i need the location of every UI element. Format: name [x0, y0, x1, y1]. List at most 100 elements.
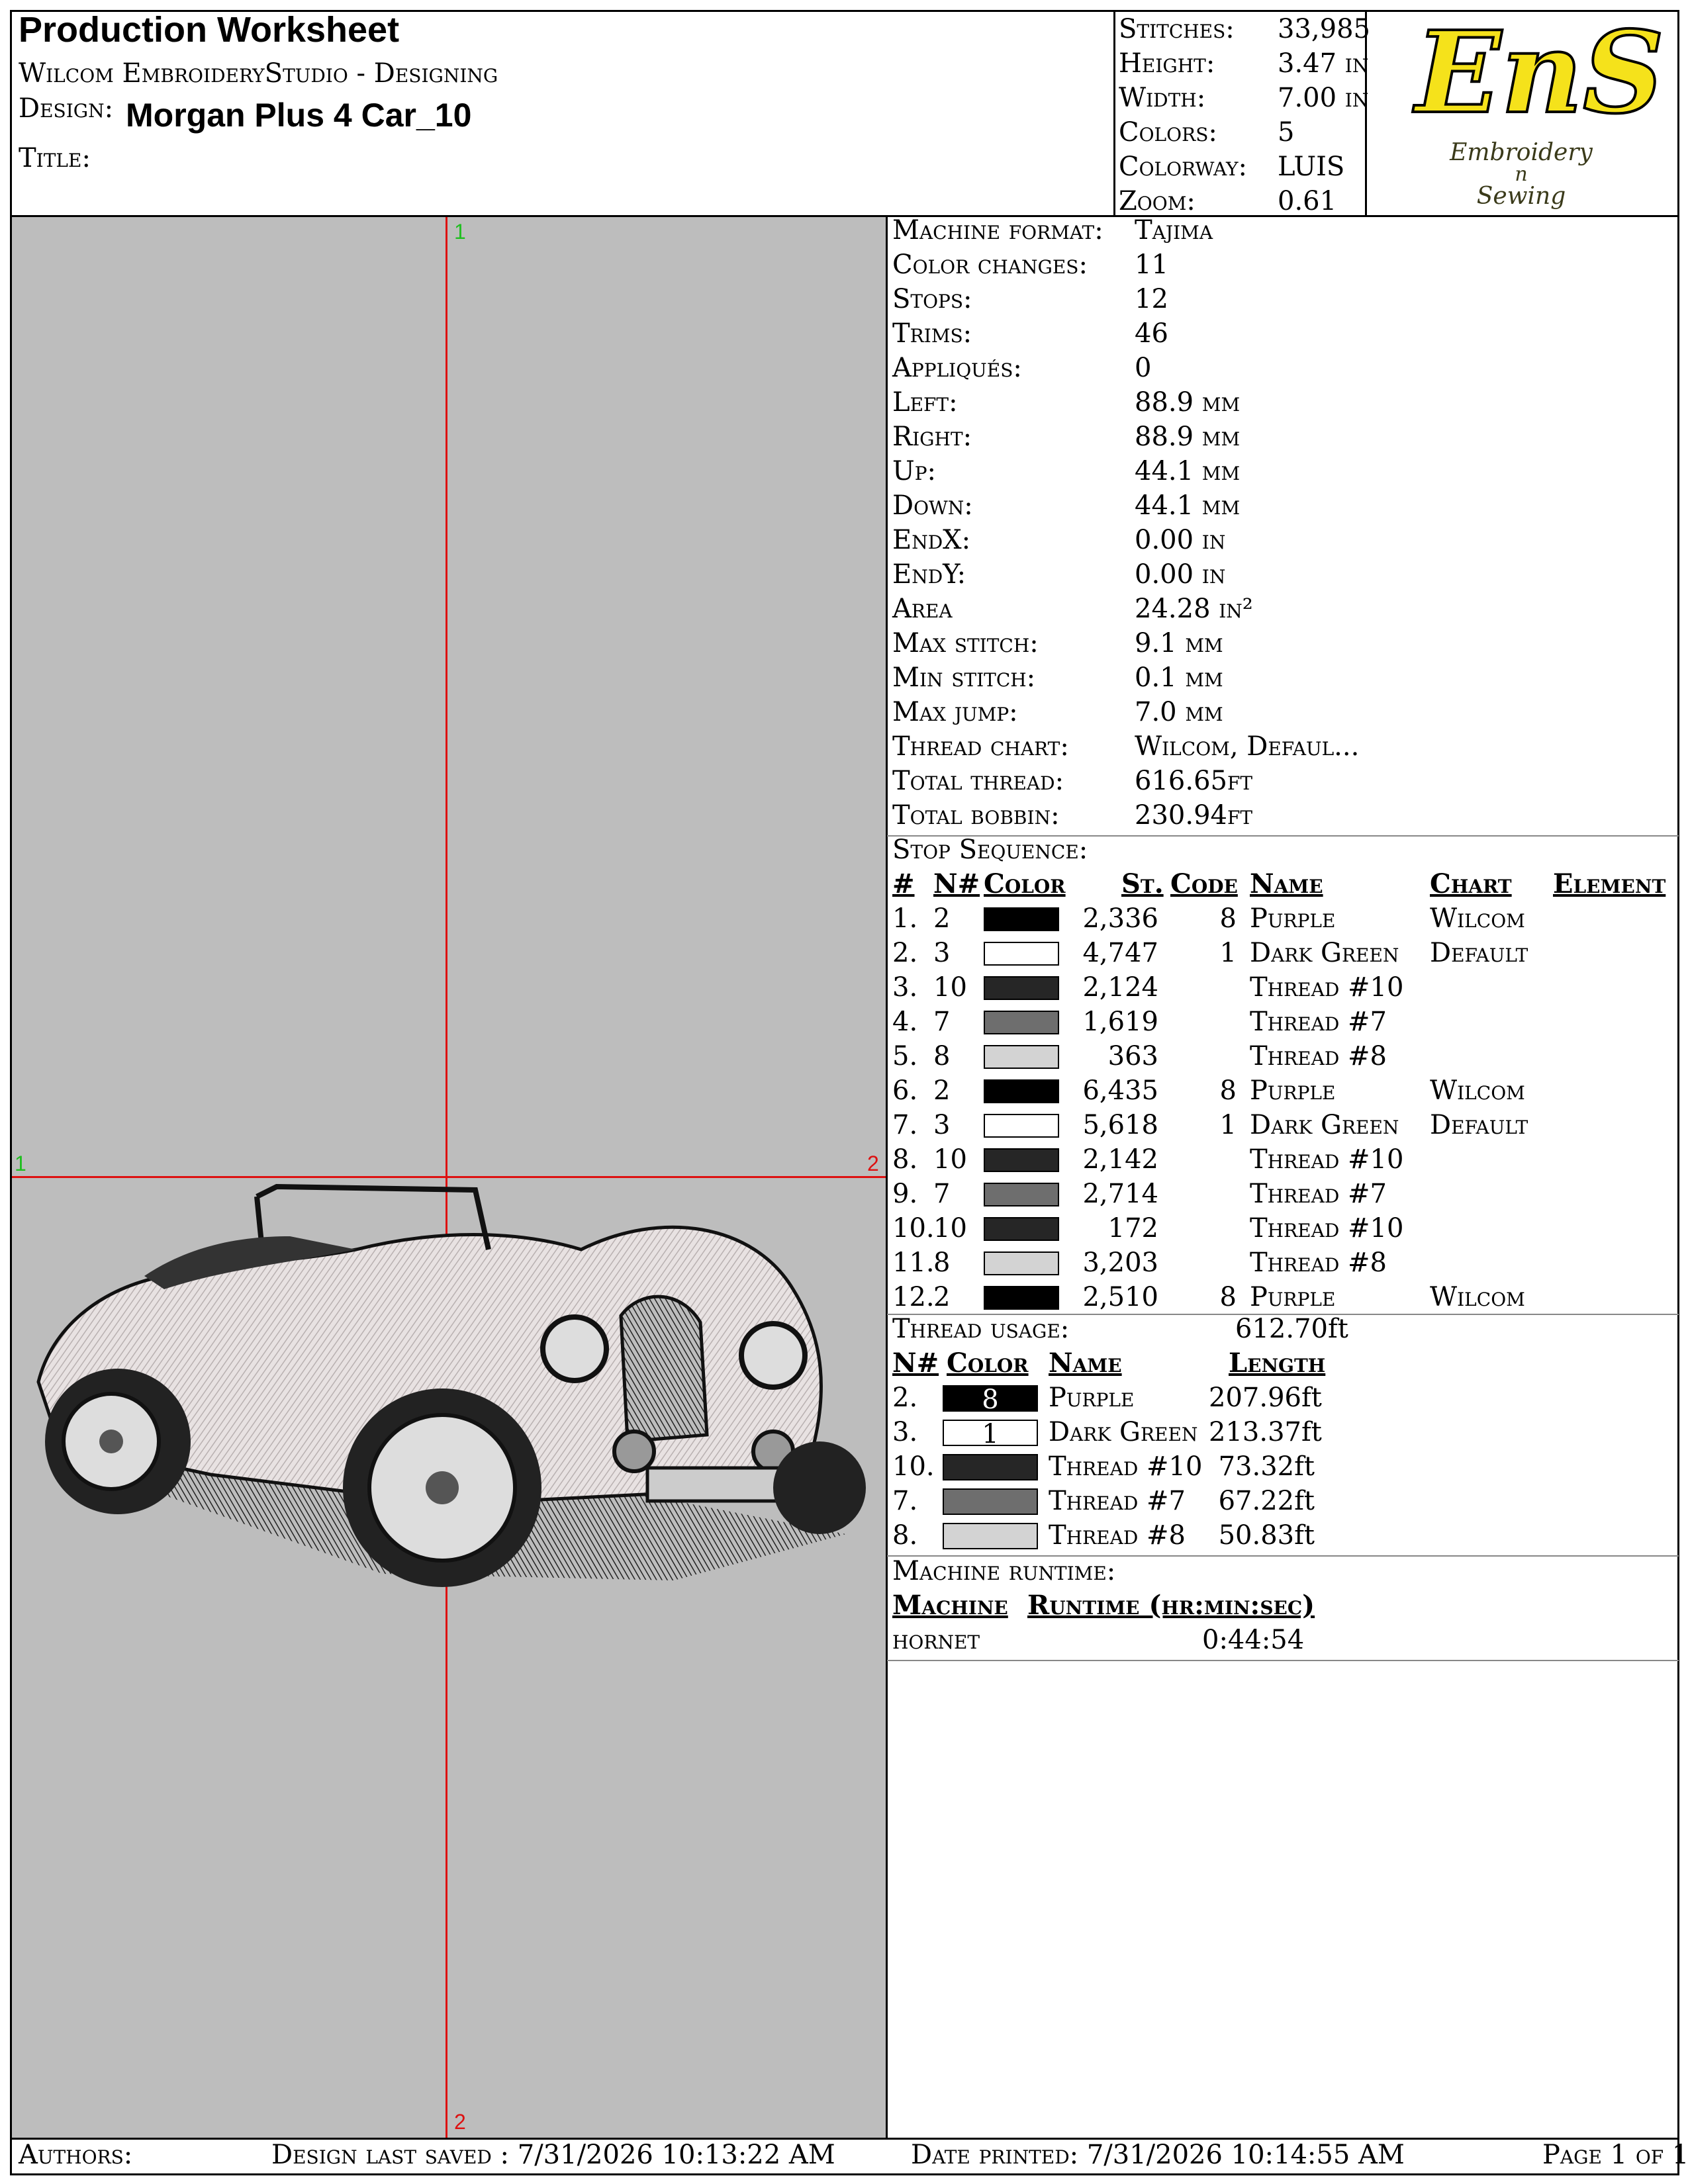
- detail-value: 0.00 in: [1135, 559, 1226, 590]
- stop-row-needle: 2: [933, 1075, 951, 1106]
- thread-row-needle: 10.: [892, 1451, 935, 1482]
- car-grille: [619, 1295, 709, 1443]
- stop-row: 2. 3 4,747 1 Dark Green Default: [892, 936, 1680, 970]
- detail-value: 24.28 in²: [1135, 594, 1253, 624]
- detail-label: Area: [892, 594, 953, 624]
- stop-row-name: Thread #7: [1250, 1007, 1387, 1037]
- stop-row-code: 1: [1219, 1110, 1237, 1140]
- runtime-header-runtime: Runtime (hr:min:sec): [1027, 1590, 1315, 1621]
- stop-row-needle: 2: [933, 1282, 951, 1312]
- thread-row-code: 1: [982, 1419, 999, 1449]
- thread-row: 8. Thread #8 50.83ft: [892, 1518, 1356, 1553]
- stop-row-needle: 10: [933, 972, 967, 1003]
- stop-header-name: Name: [1250, 868, 1323, 899]
- stop-row-stitches: 5,618: [1082, 1110, 1158, 1140]
- stop-row-stitches: 172: [1107, 1213, 1158, 1244]
- software-name: Wilcom EmbroideryStudio - Designing: [19, 58, 498, 89]
- thread-header-name: Name: [1049, 1347, 1122, 1379]
- stop-row-num: 11.: [892, 1248, 935, 1278]
- thread-row-length: 213.37ft: [1209, 1417, 1322, 1447]
- thread-row-needle: 7.: [892, 1486, 918, 1516]
- detail-label: Trims:: [892, 318, 972, 349]
- stop-row: 12. 2 2,510 8 Purple Wilcom: [892, 1280, 1680, 1314]
- detail-label: Color changes:: [892, 250, 1088, 280]
- stop-row-needle: 10: [933, 1144, 967, 1175]
- stop-header-num: #: [892, 868, 915, 899]
- stop-row-needle: 8: [933, 1041, 951, 1071]
- detail-label: Thread chart:: [892, 731, 1069, 762]
- stop-row-code: 8: [1219, 903, 1237, 934]
- stop-row-stitches: 2,510: [1082, 1282, 1158, 1312]
- stop-row-needle: 3: [933, 938, 951, 968]
- thread-row-length: 73.32ft: [1218, 1451, 1315, 1482]
- thread-row-length: 67.22ft: [1218, 1486, 1315, 1516]
- stop-row-num: 6.: [892, 1075, 918, 1106]
- stop-row-num: 10.: [892, 1213, 935, 1244]
- stop-row-needle: 2: [933, 903, 951, 934]
- stop-row-color-swatch: [984, 1286, 1059, 1310]
- stop-row-color-swatch: [984, 1183, 1059, 1206]
- detail-label: Up:: [892, 456, 937, 486]
- detail-value: 0: [1135, 353, 1152, 383]
- detail-value: Tajima: [1135, 215, 1213, 246]
- detail-value: 230.94ft: [1135, 800, 1253, 831]
- stop-row-name: Purple: [1250, 1282, 1336, 1312]
- stop-row: 3. 10 2,124 Thread #10: [892, 970, 1680, 1005]
- stop-row-name: Thread #8: [1250, 1041, 1387, 1071]
- summary-label: Colorway:: [1119, 152, 1248, 182]
- stop-row-chart: Wilcom: [1430, 1282, 1525, 1312]
- logo-mark: EnS: [1414, 7, 1665, 139]
- thread-row-name: Dark Green: [1049, 1417, 1198, 1447]
- stop-row-stitches: 2,714: [1082, 1179, 1158, 1209]
- detail-value: 44.1 mm: [1135, 456, 1241, 486]
- marker-top: 1: [454, 220, 466, 244]
- footer-authors: Authors:: [19, 2140, 133, 2170]
- detail-label: Max jump:: [892, 697, 1018, 727]
- detail-value: 11: [1135, 250, 1168, 280]
- runtime-value: 0:44:54: [1202, 1625, 1305, 1655]
- thread-row-code: 8: [982, 1385, 999, 1415]
- stop-row-num: 9.: [892, 1179, 918, 1209]
- stop-row: 6. 2 6,435 8 Purple Wilcom: [892, 1073, 1680, 1108]
- stop-row: 10. 10 172 Thread #10: [892, 1211, 1680, 1246]
- stop-row-chart: Wilcom: [1430, 1075, 1525, 1106]
- stop-row-needle: 3: [933, 1110, 951, 1140]
- summary-label: Stitches:: [1119, 14, 1235, 44]
- logo-text-3: Sewing: [1476, 183, 1566, 210]
- stop-row-num: 2.: [892, 938, 918, 968]
- thread-header-n: N#: [892, 1347, 939, 1379]
- thread-row-needle: 3.: [892, 1417, 918, 1447]
- stop-row-stitches: 6,435: [1082, 1075, 1158, 1106]
- design-preview: 1 2 1 2: [12, 217, 886, 2138]
- detail-value: 12: [1135, 284, 1168, 314]
- summary-label: Colors:: [1119, 117, 1217, 148]
- stop-row-num: 1.: [892, 903, 918, 934]
- stop-row-color-swatch: [984, 1011, 1059, 1034]
- thread-row-name: Thread #8: [1049, 1520, 1186, 1551]
- thread-row-needle: 8.: [892, 1520, 918, 1551]
- summary-value: 3.47 in: [1278, 48, 1369, 79]
- thread-header-length: Length: [1229, 1347, 1326, 1379]
- thread-header-color: Color: [947, 1347, 1029, 1379]
- stop-row: 7. 3 5,618 1 Dark Green Default: [892, 1108, 1680, 1142]
- stop-row-chart: Wilcom: [1430, 903, 1525, 934]
- thread-row: 7. Thread #7 67.22ft: [892, 1484, 1356, 1518]
- stop-row-stitches: 3,203: [1082, 1248, 1158, 1278]
- detail-label: Max stitch:: [892, 628, 1039, 659]
- detail-value: 9.1 mm: [1135, 628, 1223, 659]
- stop-row-name: Purple: [1250, 1075, 1336, 1106]
- stop-row-name: Thread #10: [1250, 1144, 1404, 1175]
- worksheet-title: Production Worksheet: [19, 10, 400, 50]
- stop-sequence-header: # N# Color St. Code Name Chart Element: [892, 867, 1680, 901]
- detail-label: Left:: [892, 387, 958, 418]
- thread-row-color-swatch: [943, 1454, 1038, 1480]
- detail-value: 0.1 mm: [1135, 662, 1223, 693]
- stop-row-code: 1: [1219, 938, 1237, 968]
- stop-sequence-title: Stop Sequence:: [892, 835, 1088, 865]
- footer-printed: Date printed: 7/31/2026 10:14:55 AM: [911, 2140, 1405, 2170]
- car-embroidery-image: [36, 1183, 866, 1587]
- stop-row-num: 4.: [892, 1007, 918, 1037]
- stop-row: 1. 2 2,336 8 Purple Wilcom: [892, 901, 1680, 936]
- thread-row-color-swatch: [943, 1488, 1038, 1515]
- thread-row-color-swatch: 1: [943, 1419, 1038, 1449]
